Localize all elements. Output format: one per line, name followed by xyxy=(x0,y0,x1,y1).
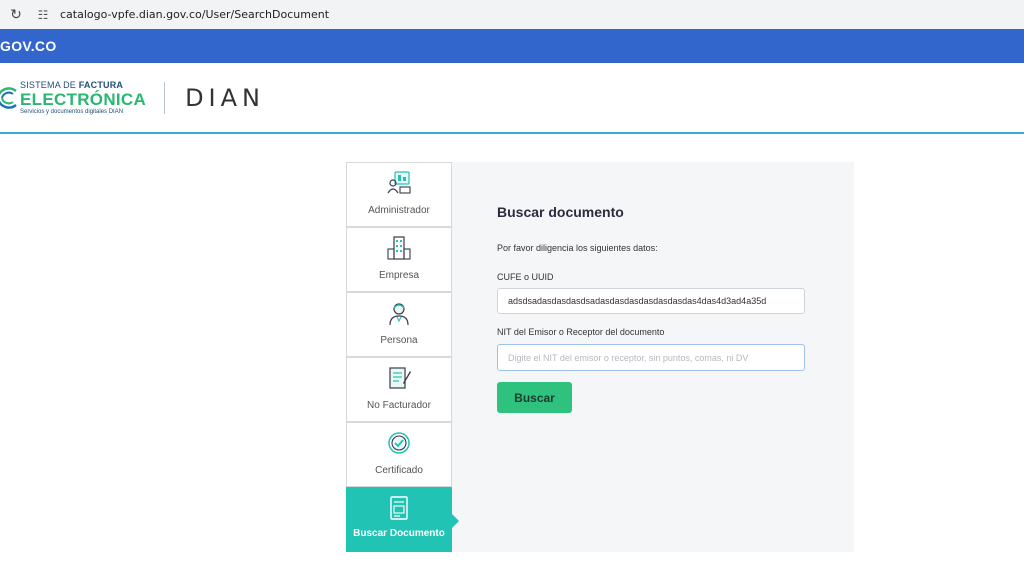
certificate-icon xyxy=(388,432,410,454)
factura-electronica-logo[interactable]: SISTEMA DE FACTURA ELECTRÓNICA Servicios… xyxy=(0,79,147,115)
brand-line1-prefix: SISTEMA DE xyxy=(20,79,79,90)
globe-logo-icon xyxy=(0,86,17,109)
page-title: Buscar documento xyxy=(497,204,624,220)
menu-item-empresa[interactable]: Empresa xyxy=(346,227,452,292)
menu-item-label: Empresa xyxy=(378,270,419,281)
menu-item-no-facturador[interactable]: No Facturador xyxy=(346,357,452,422)
brand-line3: Servicios y documentos digitales DIAN xyxy=(20,108,124,115)
person-icon xyxy=(389,303,409,326)
brand-line1-bold: FACTURA xyxy=(78,79,124,90)
form-subtitle: Por favor diligencia los siguientes dato… xyxy=(497,243,658,253)
gov-bar: GOV.CO xyxy=(0,29,1024,63)
buscar-button[interactable]: Buscar xyxy=(497,382,572,413)
active-indicator-arrow xyxy=(451,513,459,529)
cufe-input[interactable] xyxy=(497,288,805,314)
search-document-icon xyxy=(390,496,408,520)
menu-item-label: Certificado xyxy=(375,465,423,476)
side-menu: Administrador Empresa Persona No Factura… xyxy=(346,162,459,552)
nit-input[interactable] xyxy=(497,344,805,371)
dian-logo[interactable]: DIAN xyxy=(185,84,265,112)
nit-label: NIT del Emisor o Receptor del documento xyxy=(497,327,665,337)
browser-address-bar: ↻ ☷ catalogo-vpfe.dian.gov.co/User/Searc… xyxy=(0,0,1024,29)
menu-item-label: Buscar Documento xyxy=(353,528,445,539)
administrator-icon xyxy=(387,171,411,194)
reload-icon[interactable]: ↻ xyxy=(4,6,28,23)
menu-item-label: Administrador xyxy=(368,205,430,216)
search-card: Administrador Empresa Persona No Factura… xyxy=(346,162,854,552)
site-header: SISTEMA DE FACTURA ELECTRÓNICA Servicios… xyxy=(0,63,1024,134)
cufe-label: CUFE o UUID xyxy=(497,272,554,282)
menu-item-label: Persona xyxy=(380,335,418,346)
menu-item-buscar-documento[interactable]: Buscar Documento xyxy=(346,487,459,552)
building-icon xyxy=(387,236,411,260)
menu-item-certificado[interactable]: Certificado xyxy=(346,422,452,487)
gov-co-logo[interactable]: GOV.CO xyxy=(0,38,57,54)
menu-item-label: No Facturador xyxy=(367,400,431,411)
site-info-icon[interactable]: ☷ xyxy=(34,8,52,22)
address-url[interactable]: catalogo-vpfe.dian.gov.co/User/SearchDoc… xyxy=(60,8,329,21)
menu-item-administrador[interactable]: Administrador xyxy=(346,162,452,227)
header-divider xyxy=(164,81,166,114)
menu-item-persona[interactable]: Persona xyxy=(346,292,452,357)
brand-line2: ELECTRÓNICA xyxy=(20,89,147,109)
document-edit-icon xyxy=(389,367,411,389)
